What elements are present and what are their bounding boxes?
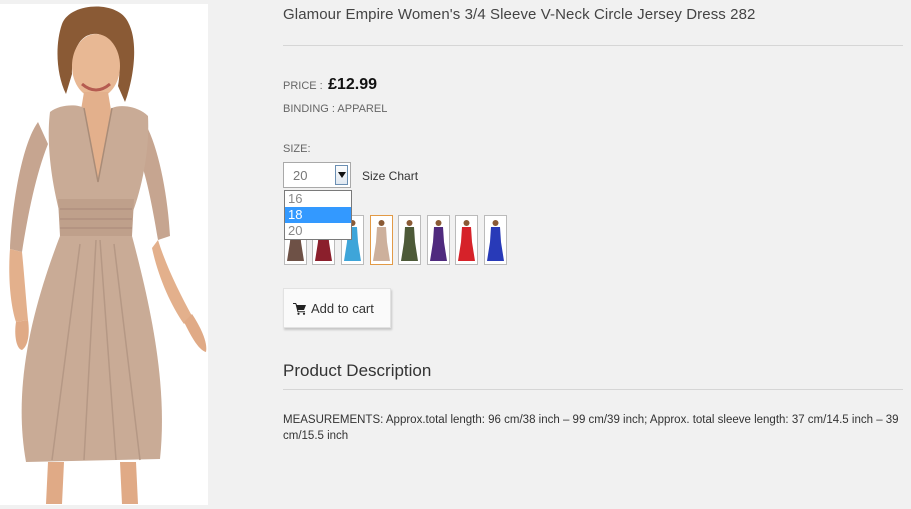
swatch-olive[interactable] [398,215,421,265]
add-to-cart-button[interactable]: Add to cart [283,288,391,328]
price-value: £12.99 [328,76,378,93]
size-selected-value: 20 [293,168,308,183]
swatch-red[interactable] [455,215,478,265]
size-label: SIZE: [283,143,311,155]
chevron-down-icon[interactable] [335,165,348,185]
description-text: MEASUREMENTS: Approx.total length: 96 cm… [283,414,899,442]
size-option-20[interactable]: 20 [285,223,351,239]
swatch-beige[interactable] [370,215,393,265]
swatch-royal-blue[interactable] [484,215,507,265]
description-divider [283,389,903,390]
size-option-18[interactable]: 18 [285,207,351,223]
title-divider [283,45,903,46]
product-image[interactable] [0,4,208,505]
size-option-16[interactable]: 16 [285,191,351,207]
binding-text: BINDING : APPAREL [283,103,388,115]
price-label: PRICE : [283,80,323,92]
dress-model-illustration [9,6,207,504]
price-row: PRICE : £12.99 [283,76,377,94]
description-heading: Product Description [283,361,432,380]
add-to-cart-label: Add to cart [311,301,374,316]
product-title: Glamour Empire Women's 3/4 Sleeve V-Neck… [283,6,756,23]
size-chart-link[interactable]: Size Chart [362,169,418,183]
size-select[interactable]: 20 [283,162,351,188]
swatch-purple[interactable] [427,215,450,265]
size-dropdown-list: 16 18 20 [284,190,352,240]
cart-icon [293,302,307,318]
